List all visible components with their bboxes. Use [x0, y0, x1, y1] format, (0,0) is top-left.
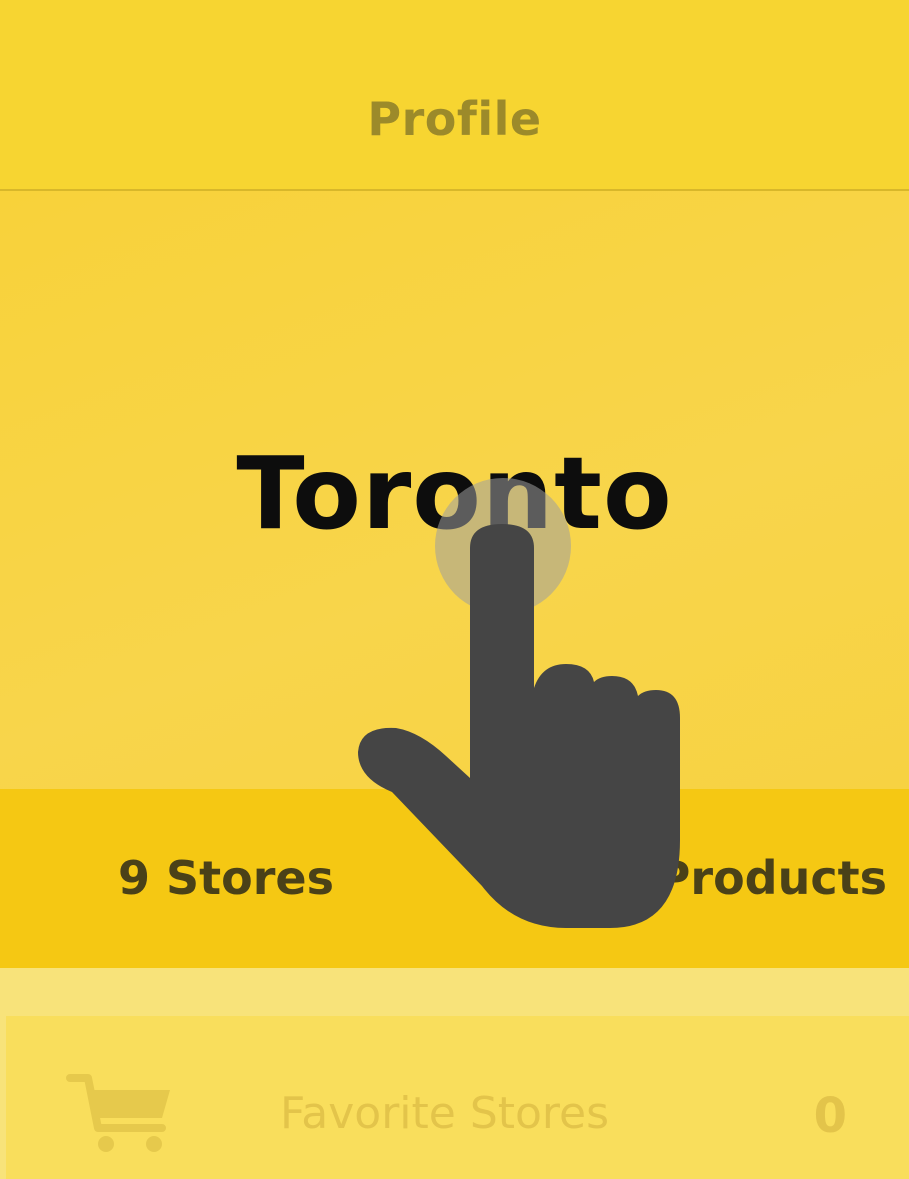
cart-icon: [66, 1074, 170, 1152]
profile-screen: Profile Toronto 9 Stores Products Favori…: [0, 0, 909, 1179]
products-count-button[interactable]: Products: [657, 851, 887, 905]
city-name[interactable]: Toronto: [0, 435, 909, 552]
page-title: Profile: [367, 92, 542, 146]
favorite-stores-row[interactable]: Favorite Stores 0: [6, 1016, 909, 1179]
navigation-bar: Profile: [0, 0, 909, 191]
profile-list: Favorite Stores 0: [0, 968, 909, 1179]
favorite-stores-label: Favorite Stores: [280, 1088, 610, 1139]
stats-bar: 9 Stores Products: [0, 789, 909, 968]
stores-count-button[interactable]: 9 Stores: [118, 851, 334, 905]
favorite-stores-count: 0: [813, 1088, 847, 1144]
city-header[interactable]: Toronto: [0, 191, 909, 789]
